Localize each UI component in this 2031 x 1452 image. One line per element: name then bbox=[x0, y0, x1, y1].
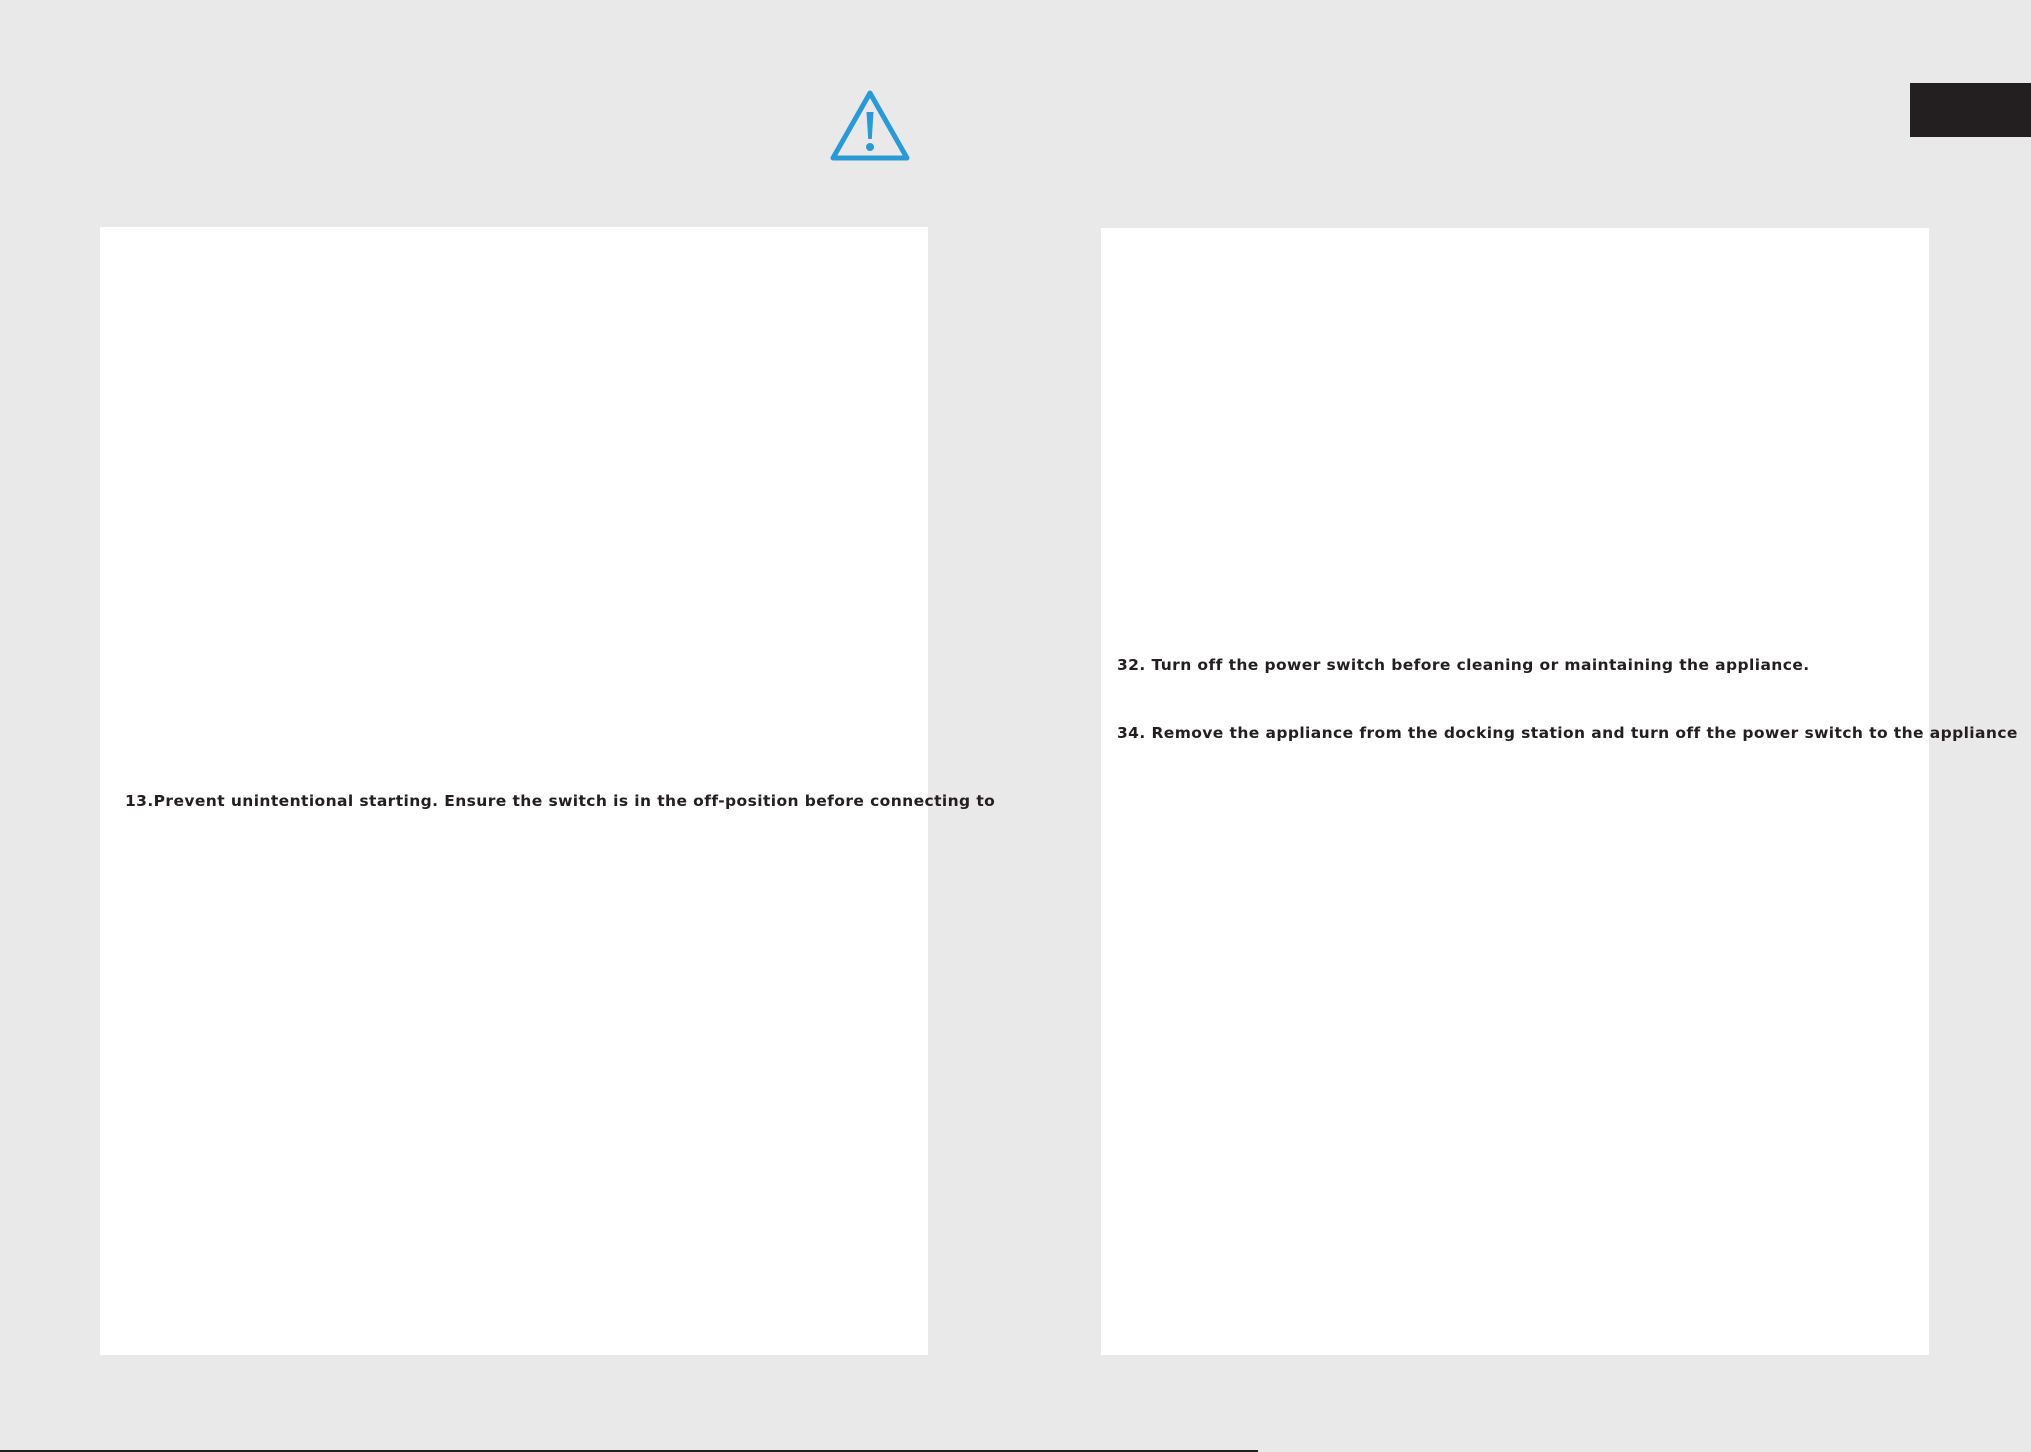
safety-item-34: 34. Remove the appliance from the dockin… bbox=[1117, 724, 2018, 742]
warning-triangle-icon bbox=[830, 90, 910, 161]
left-page-panel: 13.Prevent unintentional starting. Ensur… bbox=[100, 227, 995, 1355]
safety-item-32: 32. Turn off the power switch before cle… bbox=[1117, 656, 1810, 674]
page-tab bbox=[1910, 83, 2031, 137]
right-page-panel: 32. Turn off the power switch before cle… bbox=[1101, 228, 2017, 1355]
safety-item-13: 13.Prevent unintentional starting. Ensur… bbox=[125, 792, 996, 810]
